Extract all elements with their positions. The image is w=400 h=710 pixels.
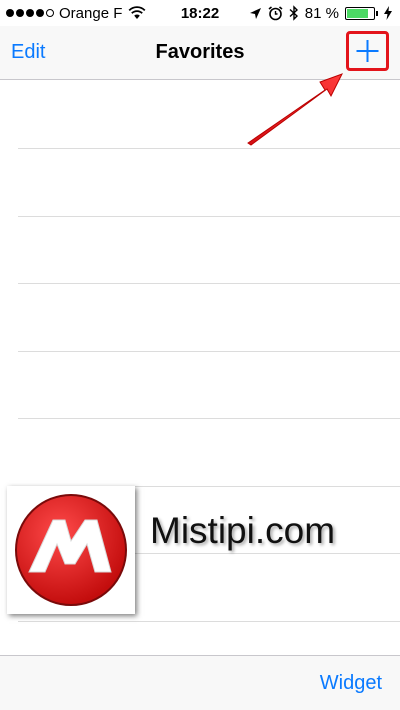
status-right-group: 81 % [249, 0, 392, 26]
carrier-name: Orange F [59, 4, 123, 22]
list-item[interactable] [0, 351, 400, 419]
wifi-icon [128, 6, 146, 19]
phone-screen: Orange F 18:22 81 % Edit Favorites Misti… [0, 0, 400, 710]
charging-icon [384, 6, 392, 20]
battery-cap [376, 10, 378, 16]
navigation-bar: Edit Favorites [0, 26, 400, 80]
signal-dots-icon [6, 9, 54, 17]
battery-icon [345, 6, 375, 20]
plus-icon [356, 40, 379, 62]
list-item[interactable] [0, 216, 400, 284]
bluetooth-icon [289, 5, 298, 21]
battery-fill [347, 8, 369, 18]
alarm-icon [268, 5, 283, 20]
list-item[interactable] [0, 284, 400, 352]
list-item[interactable] [0, 149, 400, 217]
list-item[interactable] [0, 81, 400, 149]
add-favorite-button[interactable] [346, 31, 389, 71]
watermark-logo [7, 486, 135, 614]
mistipi-logo [15, 494, 127, 606]
widget-button[interactable]: Widget [320, 672, 382, 695]
status-bar: Orange F 18:22 81 % [0, 0, 400, 26]
list-item[interactable] [0, 419, 400, 487]
bottom-toolbar: Widget [0, 655, 400, 710]
location-icon [249, 7, 261, 19]
battery-percent: 81 % [304, 4, 339, 22]
row-separator [18, 620, 400, 622]
watermark-text: Mistipi.com [150, 510, 336, 551]
edit-button[interactable]: Edit [11, 41, 45, 64]
page-title: Favorites [155, 41, 245, 63]
